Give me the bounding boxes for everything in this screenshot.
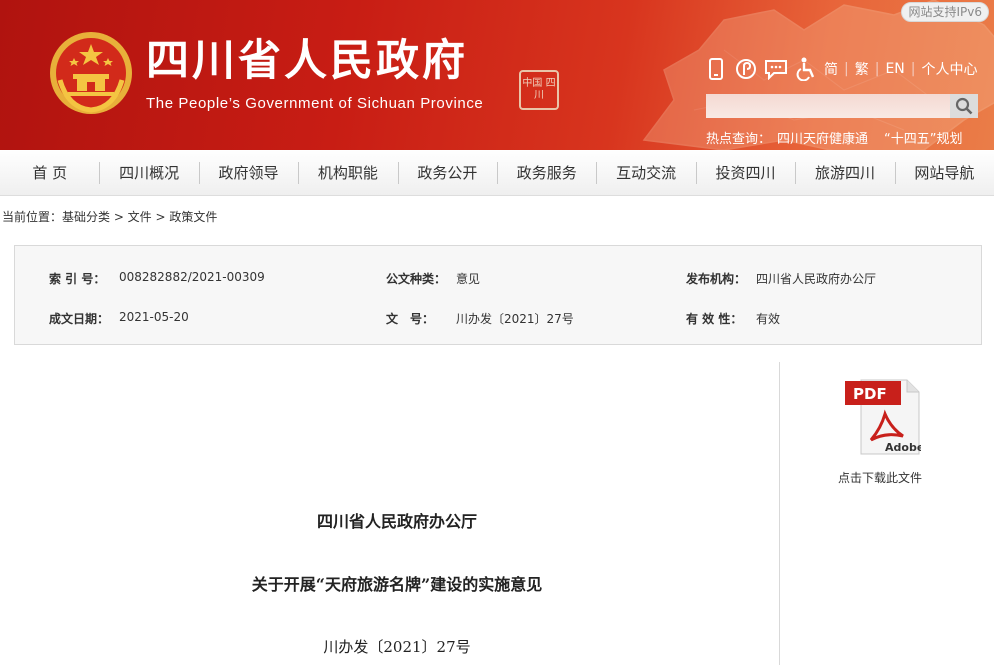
date-label: 成文日期：	[49, 312, 110, 326]
toolbar-divider: |	[910, 61, 916, 77]
hot-topics: 热点查询： 四川天府健康通 “十四五”规划	[706, 128, 969, 147]
org-value: 四川省人民政府办公厅	[756, 272, 877, 286]
mobile-icon[interactable]	[704, 57, 728, 81]
hot-topics-label: 热点查询：	[706, 132, 772, 147]
nav-item-sitemap[interactable]: 网站导航	[894, 150, 994, 195]
site-title: 四川省人民政府	[146, 36, 468, 86]
nav-item-tourism[interactable]: 旅游四川	[795, 150, 894, 195]
validity-label: 有 效 性：	[686, 312, 743, 326]
simplified-chinese-link[interactable]: 简	[824, 59, 838, 79]
index-label: 索 引 号：	[49, 272, 106, 286]
type-value: 意见	[456, 272, 481, 286]
search-button[interactable]	[950, 94, 978, 118]
accessibility-icon[interactable]	[794, 57, 818, 81]
org-label: 发布机构：	[686, 272, 747, 286]
toolbar-divider: |	[874, 61, 880, 77]
toolbar-divider: |	[844, 61, 849, 77]
user-center-link[interactable]: 个人中心	[921, 59, 977, 79]
seal-text: 中国 四川	[522, 78, 556, 101]
site-header: 四川省人民政府 The People’s Government of Sichu…	[0, 0, 994, 150]
nav-item-overview[interactable]: 四川概况	[99, 150, 198, 195]
nav-item-agencies[interactable]: 机构职能	[298, 150, 397, 195]
header-toolbar: 简 | 繁 | EN | 个人中心	[704, 55, 977, 83]
docno-label: 文 号：	[386, 312, 435, 326]
search-bar	[706, 94, 978, 118]
message-icon[interactable]	[764, 57, 788, 81]
document-issuer: 四川省人民政府办公厅	[316, 512, 477, 531]
pdf-download-icon[interactable]: PDF Adobe	[845, 378, 921, 456]
ipv6-badge[interactable]: 网站支持IPv6	[901, 2, 989, 22]
nav-item-home[interactable]: 首 页	[0, 150, 99, 195]
validity-value: 有效	[756, 312, 781, 326]
download-file-link[interactable]: 点击下载此文件	[800, 469, 960, 486]
search-input[interactable]	[706, 94, 950, 118]
nav-item-leaders[interactable]: 政府领导	[198, 150, 298, 195]
hot-topic-link[interactable]: “十四五”规划	[884, 132, 962, 147]
national-emblem-icon	[50, 32, 132, 114]
date-value: 2021-05-20	[119, 310, 189, 324]
pdf-badge-text: PDF	[853, 385, 887, 403]
hot-topic-link[interactable]: 四川天府健康通	[777, 132, 868, 147]
weibo-icon[interactable]	[734, 57, 758, 81]
search-icon	[955, 97, 973, 115]
nav-item-disclosure[interactable]: 政务公开	[397, 150, 497, 195]
document-metadata: 索 引 号： 008282882/2021-00309 公文种类： 意见 发布机…	[14, 245, 982, 345]
type-label: 公文种类：	[386, 272, 447, 286]
nav-item-invest[interactable]: 投资四川	[695, 150, 795, 195]
document-title: 关于开展“天府旅游名牌”建设的实施意见	[251, 575, 543, 594]
english-link[interactable]: EN	[885, 61, 904, 77]
docno-value: 川办发〔2021〕27号	[456, 312, 574, 326]
document-number: 川办发〔2021〕27号	[323, 638, 471, 656]
traditional-chinese-link[interactable]: 繁	[855, 59, 869, 79]
nav-item-services[interactable]: 政务服务	[497, 150, 596, 195]
adobe-brand-text: Adobe	[885, 441, 921, 454]
breadcrumb: 当前位置：基础分类 > 文件 > 政策文件	[2, 210, 218, 224]
index-value: 008282882/2021-00309	[119, 270, 265, 284]
site-subtitle: The People’s Government of Sichuan Provi…	[146, 95, 484, 112]
main-navigation: 首 页 四川概况 政府领导 机构职能 政务公开 政务服务 互动交流 投资四川 旅…	[0, 150, 994, 196]
nav-item-interaction[interactable]: 互动交流	[596, 150, 695, 195]
sichuan-seal-logo: 中国 四川	[519, 70, 559, 110]
